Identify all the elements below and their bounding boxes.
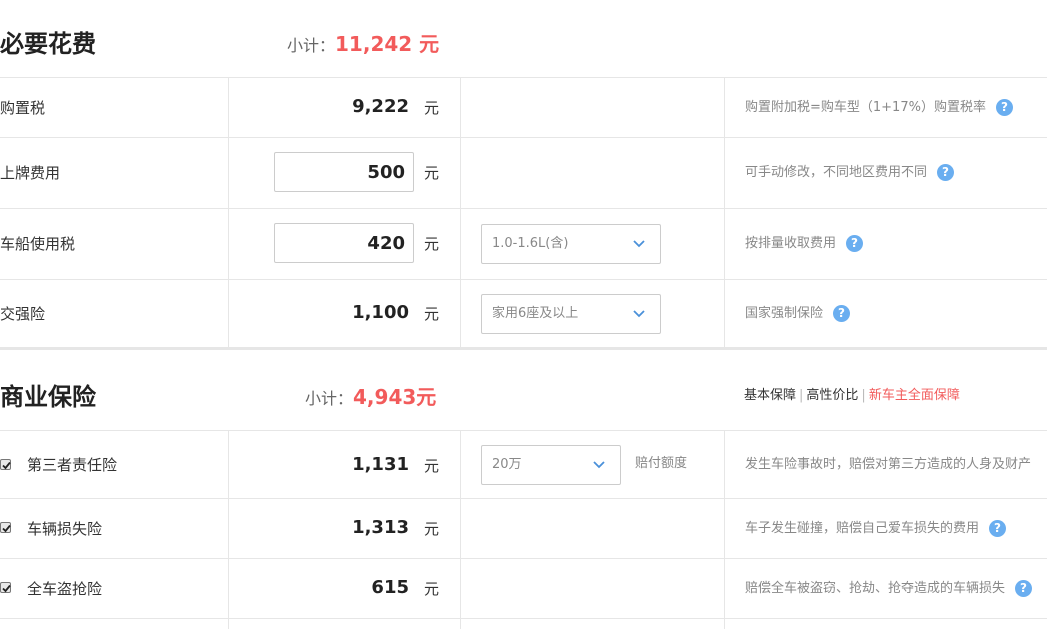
subtotal-value: 4,943元 bbox=[353, 385, 437, 409]
coverage-amount-select[interactable]: 20万 bbox=[481, 445, 621, 485]
desc-text: 国家强制保险 bbox=[745, 306, 824, 321]
third-party-checkbox[interactable] bbox=[0, 459, 11, 470]
plan-link-basic[interactable]: 基本保障 bbox=[744, 388, 796, 403]
help-icon[interactable]: ? bbox=[995, 99, 1013, 116]
divider bbox=[0, 498, 1047, 499]
plan-link-full[interactable]: 新车主全面保障 bbox=[869, 388, 960, 403]
registration-fee-desc: 可手动修改，不同地区费用不同? bbox=[745, 163, 955, 183]
desc-text: 车子发生碰撞，赔偿自己爱车损失的费用 bbox=[745, 521, 980, 536]
row-label-third-party: 第三者责任险 bbox=[27, 456, 118, 474]
payout-label: 赔付额度 bbox=[635, 456, 688, 471]
help-icon[interactable]: ? bbox=[846, 235, 864, 252]
help-icon[interactable]: ? bbox=[833, 305, 851, 322]
column-divider bbox=[724, 78, 725, 347]
vehicle-damage-desc: 车子发生碰撞，赔偿自己爱车损失的费用? bbox=[745, 519, 1007, 539]
subtotal-required: 小计：11,242 元 bbox=[287, 32, 439, 58]
divider bbox=[0, 618, 1047, 619]
vehicle-tax-input[interactable] bbox=[274, 223, 414, 263]
column-divider bbox=[460, 431, 461, 629]
section-divider bbox=[0, 347, 1047, 350]
divider bbox=[0, 137, 1047, 138]
subtotal-label: 小计： bbox=[287, 36, 336, 55]
third-party-value: 1,131 bbox=[352, 454, 409, 475]
select-value: 家用6座及以上 bbox=[492, 306, 579, 321]
unit: 元 bbox=[424, 457, 440, 475]
help-icon[interactable]: ? bbox=[937, 164, 955, 181]
plan-link-value[interactable]: 高性价比 bbox=[806, 388, 858, 403]
registration-fee-input[interactable] bbox=[274, 152, 414, 192]
subtotal-value: 11,242 元 bbox=[335, 32, 440, 56]
vehicle-tax-desc: 按排量收取费用? bbox=[745, 234, 864, 254]
section-title-required: 必要花费 bbox=[0, 30, 96, 58]
desc-text: 赔偿全车被盗窃、抢劫、抢夺造成的车辆损失 bbox=[745, 581, 1006, 596]
subtotal-commercial: 小计：4,943元 bbox=[305, 385, 436, 411]
unit: 元 bbox=[424, 164, 440, 182]
row-label-registration-fee: 上牌费用 bbox=[0, 164, 61, 182]
displacement-select[interactable]: 1.0-1.6L(含) bbox=[481, 224, 661, 264]
separator: | bbox=[799, 388, 804, 403]
vehicle-damage-value: 1,313 bbox=[352, 517, 409, 538]
desc-text: 购置附加税=购车型（1+17%）购置税率 bbox=[745, 100, 986, 115]
divider bbox=[0, 430, 1047, 431]
divider bbox=[0, 558, 1047, 559]
compulsory-insurance-value: 1,100 bbox=[352, 302, 409, 323]
unit: 元 bbox=[424, 305, 440, 323]
column-divider bbox=[460, 78, 461, 347]
help-icon[interactable]: ? bbox=[1015, 580, 1033, 597]
theft-checkbox[interactable] bbox=[0, 582, 11, 593]
column-divider bbox=[228, 78, 229, 347]
section-title-commercial: 商业保险 bbox=[0, 383, 96, 411]
unit: 元 bbox=[424, 580, 440, 598]
chevron-down-icon bbox=[593, 461, 605, 469]
help-icon[interactable]: ? bbox=[989, 520, 1007, 537]
compulsory-insurance-desc: 国家强制保险? bbox=[745, 304, 851, 324]
chevron-down-icon bbox=[633, 310, 645, 318]
desc-text: 按排量收取费用 bbox=[745, 236, 837, 251]
check-icon bbox=[2, 461, 11, 470]
select-value: 20万 bbox=[492, 457, 522, 472]
row-label-vehicle-damage: 车辆损失险 bbox=[27, 520, 103, 538]
unit: 元 bbox=[424, 520, 440, 538]
select-value: 1.0-1.6L(含) bbox=[492, 236, 569, 251]
column-divider bbox=[228, 431, 229, 629]
divider bbox=[0, 279, 1047, 280]
car-cost-calculator: 必要花费 小计：11,242 元 购置税 9,222 元 购置附加税=购车型（1… bbox=[0, 0, 1047, 629]
third-party-desc: 发生车险事故时，赔偿对第三方造成的人身及财产 bbox=[745, 457, 1032, 472]
seat-type-select[interactable]: 家用6座及以上 bbox=[481, 294, 661, 334]
row-label-compulsory-insurance: 交强险 bbox=[0, 305, 46, 323]
purchase-tax-value: 9,222 bbox=[352, 96, 409, 117]
purchase-tax-desc: 购置附加税=购车型（1+17%）购置税率? bbox=[745, 98, 1013, 118]
desc-text: 可手动修改，不同地区费用不同 bbox=[745, 165, 928, 180]
divider bbox=[0, 77, 1047, 78]
check-icon bbox=[2, 584, 11, 593]
check-icon bbox=[2, 524, 11, 533]
row-label-vehicle-tax: 车船使用税 bbox=[0, 235, 76, 253]
subtotal-label: 小计： bbox=[305, 389, 354, 408]
divider bbox=[0, 208, 1047, 209]
plan-links: 基本保障 | 高性价比 | 新车主全面保障 bbox=[744, 386, 960, 406]
unit: 元 bbox=[424, 99, 440, 117]
vehicle-damage-checkbox[interactable] bbox=[0, 522, 11, 533]
theft-desc: 赔偿全车被盗窃、抢劫、抢夺造成的车辆损失? bbox=[745, 579, 1047, 599]
row-label-purchase-tax: 购置税 bbox=[0, 99, 46, 117]
column-divider bbox=[724, 431, 725, 629]
chevron-down-icon bbox=[633, 240, 645, 248]
row-label-theft: 全车盗抢险 bbox=[27, 580, 103, 598]
theft-value: 615 bbox=[371, 577, 409, 598]
separator: | bbox=[861, 388, 866, 403]
unit: 元 bbox=[424, 235, 440, 253]
